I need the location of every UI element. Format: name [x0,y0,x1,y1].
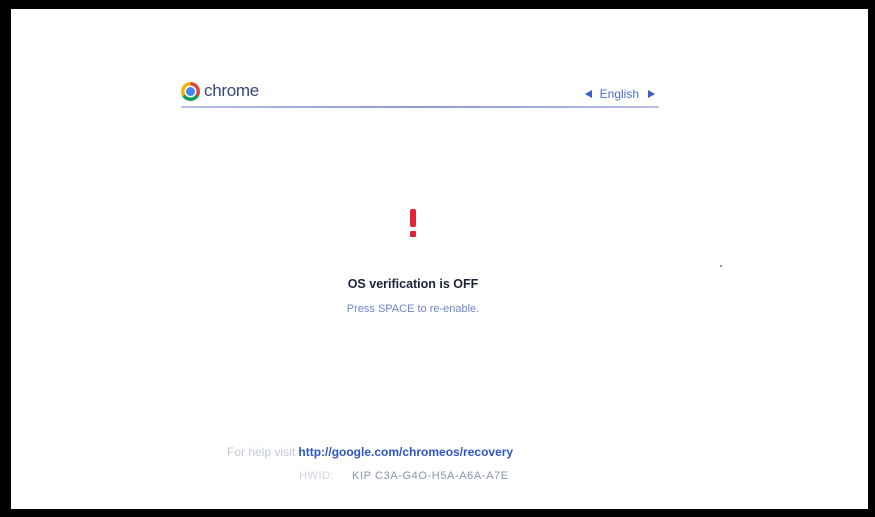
chrome-logo: chrome [181,81,259,101]
status-subtitle: Press SPACE to re-enable. [346,303,480,315]
help-prefix: For help visit [227,445,296,459]
recovery-screen: chrome English OS verification is OFF Pr… [11,9,868,509]
brand-label: chrome [204,81,259,100]
arrow-left-icon[interactable] [584,90,592,98]
arrow-right-icon[interactable] [648,90,655,98]
hwid-prefix: HWID: [299,470,335,482]
status-title: OS verification is OFF [347,277,479,291]
exclamation-icon [403,209,423,237]
language-selector[interactable]: English [584,87,655,101]
hwid-value: KIP C3A-G4O-H5A-A6A-A7E [352,470,509,482]
recovery-link[interactable]: http://google.com/chromeos/recovery [298,445,513,459]
hwid-row: HWID: KIP C3A-G4O-H5A-A6A-A7E [299,470,509,482]
screen-speck [720,265,722,267]
chrome-logo-icon [181,81,200,101]
header: chrome English [181,75,659,109]
help-row: For help visit http://google.com/chromeo… [227,445,513,459]
header-divider [181,106,659,108]
language-label: English [599,87,639,101]
